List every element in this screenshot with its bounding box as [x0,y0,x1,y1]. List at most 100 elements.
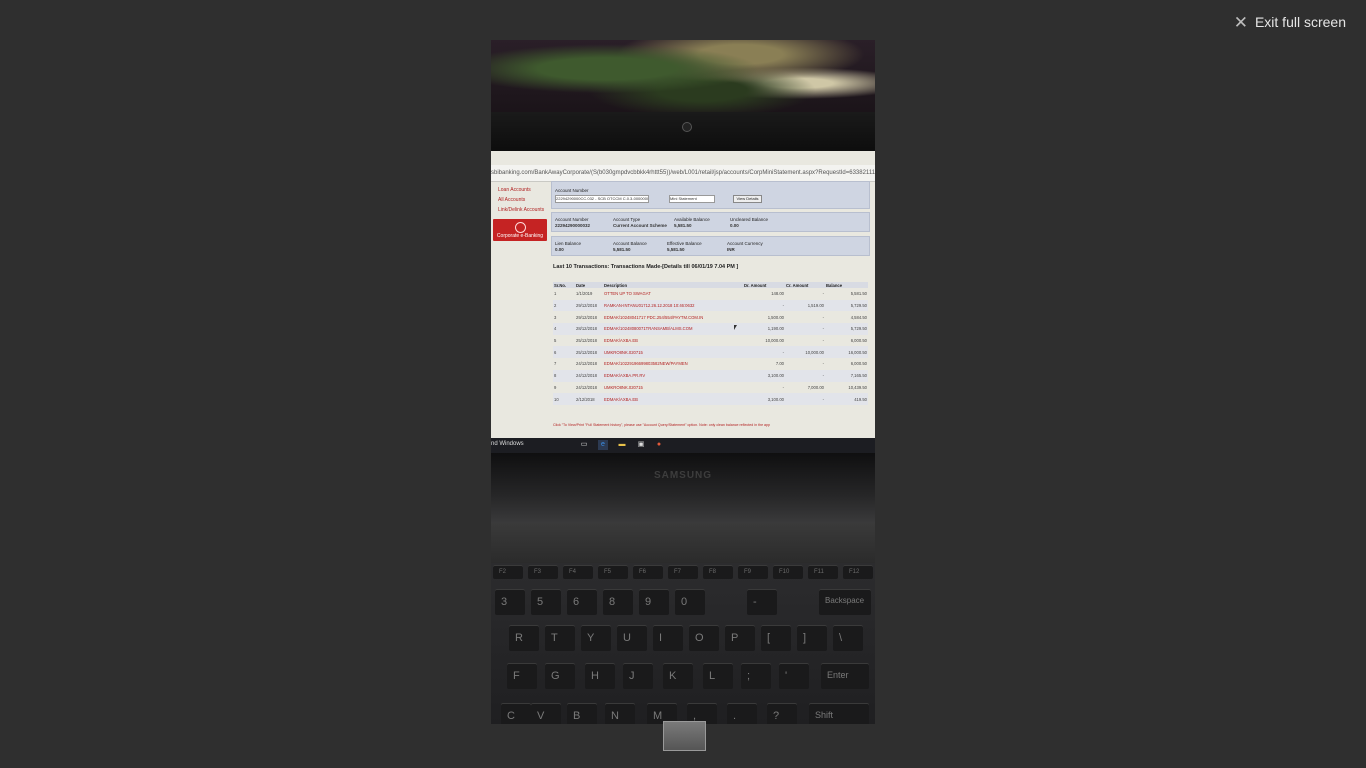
key: F2 [493,565,523,579]
laptop-bottom-bezel [491,453,875,523]
key: F12 [843,565,873,579]
key: B [567,703,597,724]
number-key-row: 3 5 6 8 9 0 - Backspace [491,589,875,619]
table-row: 9 24/12/2018 UMKRO8NK.020715 - 7,000.00 10,43… [553,382,868,394]
key: L [703,663,733,689]
account-currency-field: Account Currency INR [727,241,763,252]
table-cell: 5,581.50 [850,291,867,297]
key: F10 [773,565,803,579]
mouse-pointer-icon [734,325,737,330]
table-cell: 7,165.50 [825,369,868,382]
table-cell: 3 [554,314,557,320]
table-cell: 4 [553,323,575,335]
table-cell: 3,100.00 [743,369,785,382]
exit-fullscreen-button[interactable]: ✕ Exit full screen [1234,12,1346,32]
photo-viewer-image: sbibanking.com/BankAwayCorporate/(S(b030… [491,40,875,724]
bank-logo-icon [515,222,526,233]
key: 0 [675,589,705,615]
table-cell: 24/12/2018 [576,361,597,367]
table-cell: 5,729.50 [825,299,868,312]
table-cell: 10,000.00 [765,338,784,344]
key: C [501,703,531,724]
table-cell: 419.50 [825,393,868,405]
table-cell: - [785,369,825,382]
table-cell: 1,500.00 [767,314,784,320]
key: 3 [495,589,525,615]
table-cell: EDMAK/10248041717 PDC.254/554/PAYTM.COM.… [604,314,704,320]
table-cell: 29/12/2018 [576,314,597,320]
table-cell: 6,000.50 [850,338,867,344]
windows-taskbar: nd Windows ▭ e ▬ ▣ ● [491,438,875,453]
table-cell: 24/12/2018 [576,384,597,390]
close-icon: ✕ [1233,12,1248,32]
file-explorer-icon: ▬ [618,441,626,448]
table-cell: 1 [554,291,557,297]
key: [ [761,625,791,651]
key: T [545,625,575,651]
lien-balance-field: Lien Balance 0.00 [555,241,582,252]
key: ] [797,625,827,651]
task-view-icon: ▭ [580,441,588,448]
table-cell: EDMAK/AXBA.PR.RV [603,369,743,382]
table-cell: 10,439.50 [848,384,867,390]
key: Enter [821,663,869,689]
table-cell: 1/1/2019 [576,291,593,297]
key: R [509,625,539,651]
table-cell: EDMAK/10248080071TRANSAMB/ALMS.COM [603,323,743,335]
key: U [617,625,647,651]
transactions-heading: Last 10 Transactions: Transactions Made-… [553,264,739,270]
account-summary-row-1: Account Number 22294290000032 Account Typ… [551,212,870,232]
table-row: 5 25/12/2018 EDMAK/AXBA.EB 10,000.00 - 6,000.… [553,335,868,347]
uncleared-balance-field: Uncleared Balance 0.00 [730,217,769,228]
key: ' [779,663,809,689]
key: F4 [563,565,593,579]
table-cell: 7 [554,361,557,367]
key: . [727,703,757,724]
table-cell: UMKRO8NK.020715 [603,346,743,359]
account-balance-field: Account Balance 5,581.50 [613,241,647,252]
table-cell: 25/12/2018 [576,338,597,344]
account-number-label: Account Number [555,188,589,193]
key: F [507,663,537,689]
key: F9 [738,565,768,579]
table-row: 8 24/12/2018 EDMAK/AXBA.PR.RV 3,100.00-7,16… [553,369,868,382]
key: G [545,663,575,689]
table-cell: 1,190.00 [743,323,785,335]
table-cell: - [743,346,785,359]
table-cell: 9 [554,384,557,390]
account-summary-row-2: Lien Balance 0.00 Account Balance 5,581.50… [551,236,870,256]
key: F5 [598,565,628,579]
table-cell: - [822,291,824,297]
photo-thumbnail[interactable] [663,721,706,751]
table-cell: 4,584.50 [850,314,867,320]
chrome-icon: ● [656,441,662,448]
table-cell: 5 [554,338,557,344]
table-cell: 1,519.00 [785,299,825,312]
table-row: 4 28/12/2018 EDMAK/10248080071TRANSAMB/ALM… [553,323,868,335]
table-cell: 148.00 [771,291,784,297]
browser-address-bar: sbibanking.com/BankAwayCorporate/(S(b030… [491,165,875,182]
table-cell: - [822,361,824,367]
table-cell: 5,729.50 [825,323,868,335]
key: F3 [528,565,558,579]
key: 6 [567,589,597,615]
laptop-keyboard: F2 F3 F4 F5 F6 F7 F8 F9 F10 F11 F12 3 5 … [491,563,875,724]
table-cell: 16,000.50 [825,346,868,359]
transactions-table: Sr.No. Date Description Dr. Amount Cr. A… [553,282,868,405]
bank-sidebar: Loan Accounts All Accounts Link/Delink A… [498,185,544,215]
key: V [531,703,561,724]
key: 9 [639,589,669,615]
table-cell: 8 [553,369,575,382]
table-cell: - [782,384,784,390]
table-cell: 2/12/2018 [575,393,603,405]
store-icon: ▣ [637,441,645,448]
key: J [623,663,653,689]
table-cell: 28/12/2018 [575,323,603,335]
key: Shift [809,703,869,724]
key: H [585,663,615,689]
table-row: 6 25/12/2018 UMKRO8NK.020715-10,000.00 16,0… [553,346,868,359]
table-cell: 29/12/2018 [575,299,603,312]
table-cell: EDMAK/10229196699803582NEW/PAYMEN [604,361,688,367]
table-cell: - [822,338,824,344]
key: ; [741,663,771,689]
